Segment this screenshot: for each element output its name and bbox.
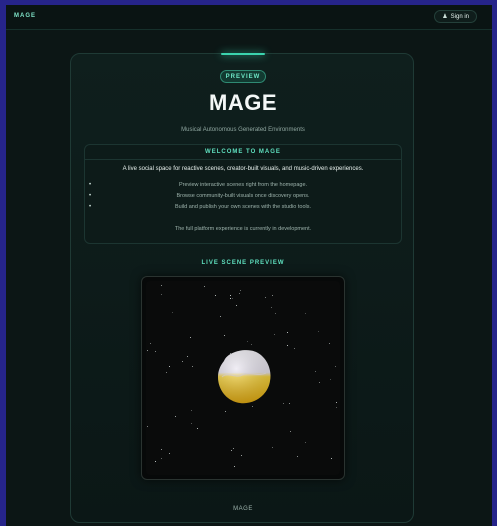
scene-preview-heading: LIVE SCENE PREVIEW — [201, 260, 285, 266]
feature-text: Browse community-built visuals once disc… — [176, 193, 310, 199]
scene-caption: MAGE — [233, 506, 253, 512]
starfield — [146, 281, 340, 475]
feature-item: • Browse community-built visuals once di… — [85, 193, 401, 202]
development-note: The full platform experience is currentl… — [174, 226, 312, 232]
welcome-heading: WELCOME TO MAGE — [85, 145, 401, 160]
page-subtitle: Musical Autonomous Generated Environment… — [181, 127, 305, 133]
feature-item: • Build and publish your own scenes with… — [85, 204, 401, 213]
card-top-glow — [221, 53, 265, 55]
preview-badge: PREVIEW — [220, 70, 266, 83]
sign-in-label: Sign in — [450, 13, 469, 20]
welcome-panel: WELCOME TO MAGE A live social space for … — [84, 144, 402, 244]
bullet-icon: • — [89, 204, 92, 210]
feature-text: Build and publish your own scenes with t… — [174, 204, 312, 210]
feature-item: • Preview interactive scenes right from … — [85, 182, 401, 191]
hero-card: PREVIEW MAGE Musical Autonomous Generate… — [70, 53, 414, 523]
blob-object — [218, 350, 271, 404]
welcome-intro: A live social space for reactive scenes,… — [122, 166, 364, 172]
live-scene-canvas[interactable] — [141, 276, 345, 480]
brand-logo[interactable]: MAGE — [14, 13, 36, 19]
app-window: MAGE ♟ Sign in PREVIEW MAGE Musical Auto… — [6, 5, 492, 526]
top-navigation-bar: MAGE ♟ Sign in — [6, 5, 492, 30]
bullet-icon: • — [89, 182, 92, 188]
person-icon: ♟ — [442, 14, 448, 20]
bullet-icon: • — [89, 193, 92, 199]
page-title: MAGE — [209, 90, 277, 115]
sign-in-button[interactable]: ♟ Sign in — [434, 10, 477, 23]
feature-text: Preview interactive scenes right from th… — [178, 182, 308, 188]
